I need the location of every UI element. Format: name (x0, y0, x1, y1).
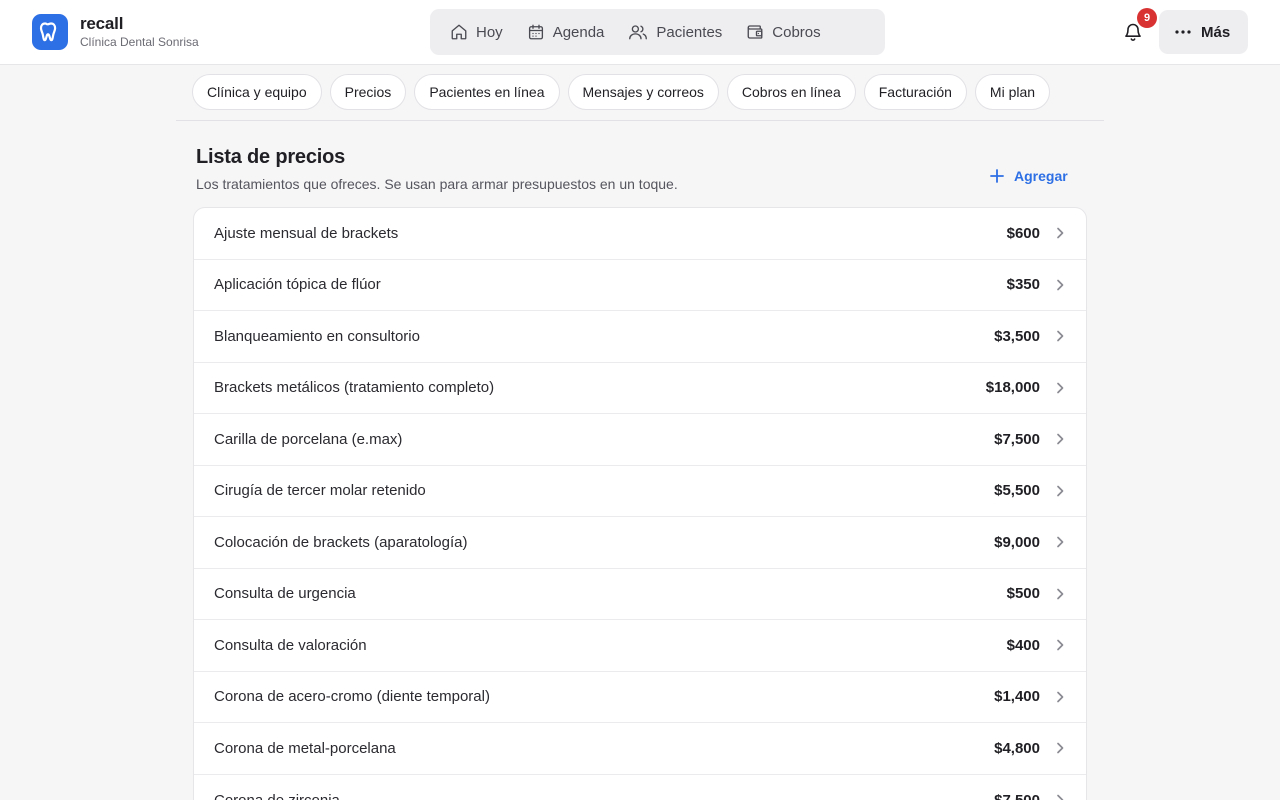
treatment-name: Aplicación tópica de flúor (214, 276, 381, 294)
clinic-name: Clínica Dental Sonrisa (80, 35, 199, 49)
treatment-name: Consulta de urgencia (214, 585, 356, 603)
nav-item-pacientes[interactable]: Pacientes (616, 15, 734, 49)
chevron-right-icon (1054, 330, 1066, 342)
nav-item-agenda[interactable]: Agenda (515, 15, 617, 49)
nav-item-cobros[interactable]: Cobros (734, 15, 832, 49)
chevron-right-icon (1054, 588, 1066, 600)
nav-item-hoy[interactable]: Hoy (438, 15, 515, 49)
tab-cobros-en-linea[interactable]: Cobros en línea (726, 74, 856, 110)
divider (176, 120, 1104, 121)
page-subtitle: Los tratamientos que ofreces. Se usan pa… (196, 176, 678, 192)
notification-badge: 9 (1137, 8, 1157, 28)
chevron-right-icon (1054, 382, 1066, 394)
treatment-price: $3,500 (994, 327, 1040, 345)
nav-item-label: Hoy (476, 23, 503, 41)
app-name: recall (80, 14, 124, 33)
more-menu-button[interactable]: Más (1159, 10, 1248, 54)
price-row[interactable]: Corona de zirconia$7,500 (194, 775, 1086, 800)
users-icon (629, 25, 648, 40)
plus-icon (990, 169, 1004, 183)
price-row[interactable]: Brackets metálicos (tratamiento completo… (194, 363, 1086, 414)
chevron-right-icon (1054, 794, 1066, 800)
tab-facturacion[interactable]: Facturación (863, 74, 967, 110)
main-nav: Hoy Agenda Pacientes Cobros (430, 9, 885, 55)
treatment-name: Corona de metal-porcelana (214, 739, 396, 757)
price-row[interactable]: Corona de acero-cromo (diente temporal) $… (194, 672, 1086, 723)
chevron-right-icon (1054, 691, 1066, 703)
tab-clinica[interactable]: Clínica y equipo (192, 74, 322, 110)
chevron-right-icon (1054, 742, 1066, 754)
price-row[interactable]: Ajuste mensual de brackets $600 (194, 208, 1086, 260)
treatment-name: Corona de acero-cromo (diente temporal) (214, 688, 490, 706)
treatment-price: $4,800 (994, 739, 1040, 757)
price-row[interactable]: Carilla de porcelana (e.max) $7,500 (194, 414, 1086, 466)
price-row[interactable]: Aplicación tópica de flúor $350 (194, 260, 1086, 311)
home-icon (451, 24, 467, 40)
treatment-name: Corona de zirconia (214, 792, 994, 800)
treatment-price: $9,000 (994, 533, 1040, 551)
wallet-icon (747, 25, 763, 39)
chevron-right-icon (1054, 536, 1066, 548)
tab-precios[interactable]: Precios (329, 74, 407, 110)
treatment-name: Consulta de valoración (214, 636, 367, 654)
price-row[interactable]: Consulta de urgencia $500 (194, 569, 1086, 620)
page-title: Lista de precios (196, 146, 346, 168)
treatment-price: $350 (1006, 276, 1040, 294)
chevron-right-icon (1054, 433, 1066, 445)
more-dots-icon (1175, 30, 1191, 34)
treatment-price: $1,400 (994, 688, 1040, 706)
treatment-price: $500 (1006, 585, 1040, 603)
tooth-logo-icon (32, 14, 68, 50)
calendar-icon (528, 24, 543, 40)
tab-mi-plan[interactable]: Mi plan (974, 74, 1051, 110)
treatment-name: Brackets metálicos (tratamiento completo… (214, 379, 495, 397)
nav-item-label: Cobros (772, 23, 821, 41)
treatment-name: Ajuste mensual de brackets (214, 224, 399, 242)
chevron-right-icon (1054, 227, 1066, 239)
treatment-price: $5,500 (994, 482, 1040, 500)
treatment-name: Cirugía de tercer molar retenido (214, 482, 426, 500)
price-row[interactable]: Cirugía de tercer molar retenido $5,500 (194, 466, 1086, 517)
brand[interactable]: recall Clínica Dental Sonrisa (32, 14, 199, 50)
nav-item-label: Pacientes (656, 23, 723, 41)
price-row[interactable]: Consulta de valoración $400 (194, 620, 1086, 672)
tab-mensajes[interactable]: Mensajes y correos (567, 74, 719, 110)
treatment-name: Carilla de porcelana (e.max) (214, 430, 403, 448)
top-bar: recall Clínica Dental Sonrisa Hoy Agenda… (0, 0, 1280, 65)
more-label: Más (1201, 23, 1231, 41)
chevron-right-icon (1054, 485, 1066, 497)
add-label: Agregar (1014, 168, 1068, 184)
chevron-right-icon (1054, 639, 1066, 651)
chevron-right-icon (1054, 279, 1066, 291)
treatment-name: Blanqueamiento en consultorio (214, 327, 420, 345)
treatment-price: $400 (1006, 636, 1040, 654)
nav-item-label: Agenda (552, 23, 605, 41)
treatment-price: $7,500 (994, 792, 1040, 800)
treatment-name: Colocación de brackets (aparatología) (214, 533, 468, 551)
settings-tabs: Clínica y equipo Precios Pacientes en lí… (192, 74, 1058, 110)
price-row[interactable]: Blanqueamiento en consultorio $3,500 (194, 311, 1086, 363)
add-treatment-button[interactable]: Agregar (990, 164, 1068, 188)
price-row[interactable]: Colocación de brackets (aparatología) $9,… (194, 517, 1086, 569)
tab-pacientes-en-linea[interactable]: Pacientes en línea (414, 74, 560, 110)
treatment-price: $18,000 (985, 379, 1040, 397)
treatment-price: $600 (1006, 224, 1040, 242)
treatment-price: $7,500 (994, 430, 1040, 448)
price-row[interactable]: Corona de metal-porcelana $4,800 (194, 723, 1086, 775)
price-list: Ajuste mensual de brackets $600 Aplicación… (193, 207, 1087, 800)
